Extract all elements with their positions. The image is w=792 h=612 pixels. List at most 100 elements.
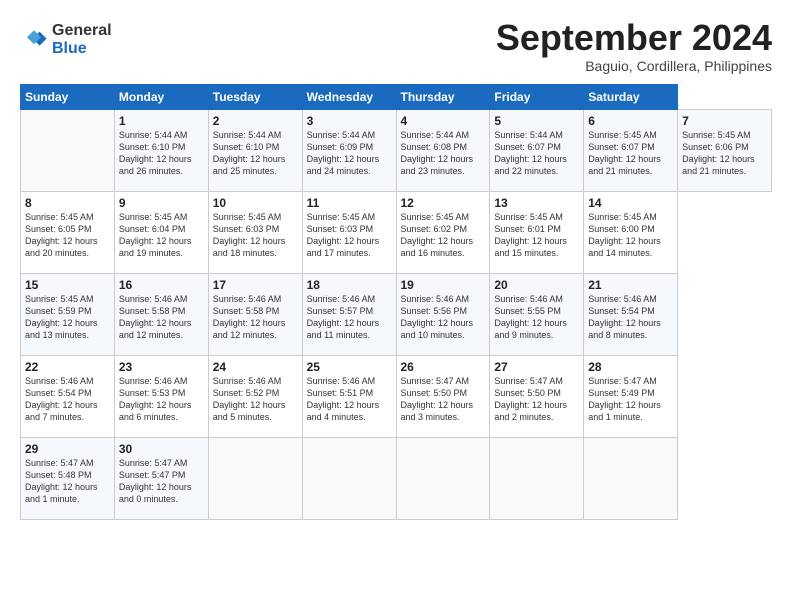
header-thursday: Thursday bbox=[396, 84, 490, 109]
day-number: 20 bbox=[494, 278, 579, 292]
day-number: 17 bbox=[213, 278, 298, 292]
logo-blue: Blue bbox=[52, 40, 112, 58]
calendar-table: Sunday Monday Tuesday Wednesday Thursday… bbox=[20, 84, 772, 520]
calendar-cell: 20 Sunrise: 5:46 AMSunset: 5:55 PMDayligh… bbox=[490, 273, 584, 355]
day-info: Sunrise: 5:45 AMSunset: 6:05 PMDaylight:… bbox=[25, 212, 98, 258]
calendar-cell: 8 Sunrise: 5:45 AMSunset: 6:05 PMDaylight… bbox=[21, 191, 115, 273]
day-info: Sunrise: 5:45 AMSunset: 6:03 PMDaylight:… bbox=[307, 212, 380, 258]
day-info: Sunrise: 5:44 AMSunset: 6:09 PMDaylight:… bbox=[307, 130, 380, 176]
day-info: Sunrise: 5:46 AMSunset: 5:55 PMDaylight:… bbox=[494, 294, 567, 340]
calendar-cell: 21 Sunrise: 5:46 AMSunset: 5:54 PMDayligh… bbox=[584, 273, 678, 355]
calendar-cell: 1Sunrise: 5:44 AMSunset: 6:10 PMDaylight… bbox=[114, 109, 208, 191]
calendar-week-2: 8 Sunrise: 5:45 AMSunset: 6:05 PMDaylight… bbox=[21, 191, 772, 273]
calendar-cell: 9Sunrise: 5:45 AMSunset: 6:04 PMDaylight… bbox=[114, 191, 208, 273]
header-row: Sunday Monday Tuesday Wednesday Thursday… bbox=[21, 84, 772, 109]
day-number: 12 bbox=[401, 196, 486, 210]
day-info: Sunrise: 5:46 AMSunset: 5:56 PMDaylight:… bbox=[401, 294, 474, 340]
header-sunday: Sunday bbox=[21, 84, 115, 109]
day-number: 2 bbox=[213, 114, 298, 128]
calendar-cell bbox=[396, 437, 490, 519]
day-number: 30 bbox=[119, 442, 204, 456]
calendar-cell: 14Sunrise: 5:45 AMSunset: 6:00 PMDayligh… bbox=[584, 191, 678, 273]
calendar-week-1: 1Sunrise: 5:44 AMSunset: 6:10 PMDaylight… bbox=[21, 109, 772, 191]
calendar-cell: 22Sunrise: 5:46 AMSunset: 5:54 PMDayligh… bbox=[21, 355, 115, 437]
calendar-cell: 28Sunrise: 5:47 AMSunset: 5:49 PMDayligh… bbox=[584, 355, 678, 437]
subtitle: Baguio, Cordillera, Philippines bbox=[496, 58, 772, 74]
day-number: 27 bbox=[494, 360, 579, 374]
calendar-cell: 17 Sunrise: 5:46 AMSunset: 5:58 PMDayligh… bbox=[208, 273, 302, 355]
day-info: Sunrise: 5:46 AMSunset: 5:58 PMDaylight:… bbox=[119, 294, 192, 340]
logo-general: General bbox=[52, 22, 112, 40]
day-number: 10 bbox=[213, 196, 298, 210]
day-number: 8 bbox=[25, 196, 110, 210]
day-info: Sunrise: 5:46 AMSunset: 5:52 PMDaylight:… bbox=[213, 376, 286, 422]
calendar-cell bbox=[584, 437, 678, 519]
calendar-cell bbox=[302, 437, 396, 519]
calendar-cell: 26Sunrise: 5:47 AMSunset: 5:50 PMDayligh… bbox=[396, 355, 490, 437]
day-number: 3 bbox=[307, 114, 392, 128]
logo-text: General Blue bbox=[52, 22, 112, 57]
header-tuesday: Tuesday bbox=[208, 84, 302, 109]
day-number: 28 bbox=[588, 360, 673, 374]
day-info: Sunrise: 5:46 AMSunset: 5:54 PMDaylight:… bbox=[588, 294, 661, 340]
day-info: Sunrise: 5:45 AMSunset: 6:04 PMDaylight:… bbox=[119, 212, 192, 258]
calendar-cell: 7Sunrise: 5:45 AMSunset: 6:06 PMDaylight… bbox=[678, 109, 772, 191]
day-number: 16 bbox=[119, 278, 204, 292]
header-friday: Friday bbox=[490, 84, 584, 109]
day-number: 7 bbox=[682, 114, 767, 128]
calendar-cell: 12 Sunrise: 5:45 AMSunset: 6:02 PMDayligh… bbox=[396, 191, 490, 273]
day-info: Sunrise: 5:44 AMSunset: 6:10 PMDaylight:… bbox=[119, 130, 192, 176]
calendar-cell: 30 Sunrise: 5:47 AMSunset: 5:47 PMDayligh… bbox=[114, 437, 208, 519]
day-number: 22 bbox=[25, 360, 110, 374]
header-saturday: Saturday bbox=[584, 84, 678, 109]
calendar-cell: 16 Sunrise: 5:46 AMSunset: 5:58 PMDayligh… bbox=[114, 273, 208, 355]
day-number: 11 bbox=[307, 196, 392, 210]
calendar-cell: 29 Sunrise: 5:47 AMSunset: 5:48 PMDayligh… bbox=[21, 437, 115, 519]
calendar-cell: 10 Sunrise: 5:45 AMSunset: 6:03 PMDayligh… bbox=[208, 191, 302, 273]
header-wednesday: Wednesday bbox=[302, 84, 396, 109]
calendar-cell: 15 Sunrise: 5:45 AMSunset: 5:59 PMDayligh… bbox=[21, 273, 115, 355]
day-number: 29 bbox=[25, 442, 110, 456]
calendar-cell bbox=[21, 109, 115, 191]
day-info: Sunrise: 5:45 AMSunset: 6:01 PMDaylight:… bbox=[494, 212, 567, 258]
day-info: Sunrise: 5:46 AMSunset: 5:53 PMDaylight:… bbox=[119, 376, 192, 422]
day-number: 25 bbox=[307, 360, 392, 374]
day-number: 21 bbox=[588, 278, 673, 292]
day-number: 5 bbox=[494, 114, 579, 128]
day-info: Sunrise: 5:47 AMSunset: 5:47 PMDaylight:… bbox=[119, 458, 192, 504]
day-info: Sunrise: 5:47 AMSunset: 5:48 PMDaylight:… bbox=[25, 458, 98, 504]
month-title: September 2024 bbox=[496, 18, 772, 58]
day-info: Sunrise: 5:44 AMSunset: 6:10 PMDaylight:… bbox=[213, 130, 286, 176]
calendar-cell: 11 Sunrise: 5:45 AMSunset: 6:03 PMDayligh… bbox=[302, 191, 396, 273]
day-info: Sunrise: 5:44 AMSunset: 6:07 PMDaylight:… bbox=[494, 130, 567, 176]
day-info: Sunrise: 5:46 AMSunset: 5:51 PMDaylight:… bbox=[307, 376, 380, 422]
day-number: 24 bbox=[213, 360, 298, 374]
day-info: Sunrise: 5:44 AMSunset: 6:08 PMDaylight:… bbox=[401, 130, 474, 176]
calendar-cell: 5 Sunrise: 5:44 AMSunset: 6:07 PMDaylight… bbox=[490, 109, 584, 191]
day-number: 15 bbox=[25, 278, 110, 292]
calendar-cell: 13 Sunrise: 5:45 AMSunset: 6:01 PMDayligh… bbox=[490, 191, 584, 273]
calendar-cell: 6Sunrise: 5:45 AMSunset: 6:07 PMDaylight… bbox=[584, 109, 678, 191]
logo-icon bbox=[20, 26, 48, 54]
day-number: 23 bbox=[119, 360, 204, 374]
calendar-week-5: 29 Sunrise: 5:47 AMSunset: 5:48 PMDayligh… bbox=[21, 437, 772, 519]
header-monday: Monday bbox=[114, 84, 208, 109]
day-info: Sunrise: 5:45 AMSunset: 6:03 PMDaylight:… bbox=[213, 212, 286, 258]
calendar-cell: 27Sunrise: 5:47 AMSunset: 5:50 PMDayligh… bbox=[490, 355, 584, 437]
day-info: Sunrise: 5:46 AMSunset: 5:58 PMDaylight:… bbox=[213, 294, 286, 340]
day-info: Sunrise: 5:46 AMSunset: 5:57 PMDaylight:… bbox=[307, 294, 380, 340]
day-info: Sunrise: 5:45 AMSunset: 6:07 PMDaylight:… bbox=[588, 130, 661, 176]
calendar-cell bbox=[490, 437, 584, 519]
logo: General Blue bbox=[20, 22, 112, 57]
day-number: 26 bbox=[401, 360, 486, 374]
title-block: September 2024 Baguio, Cordillera, Phili… bbox=[496, 18, 772, 74]
calendar-week-3: 15 Sunrise: 5:45 AMSunset: 5:59 PMDayligh… bbox=[21, 273, 772, 355]
calendar-cell: 24 Sunrise: 5:46 AMSunset: 5:52 PMDayligh… bbox=[208, 355, 302, 437]
calendar-week-4: 22Sunrise: 5:46 AMSunset: 5:54 PMDayligh… bbox=[21, 355, 772, 437]
day-number: 4 bbox=[401, 114, 486, 128]
calendar-cell: 25 Sunrise: 5:46 AMSunset: 5:51 PMDayligh… bbox=[302, 355, 396, 437]
day-info: Sunrise: 5:45 AMSunset: 5:59 PMDaylight:… bbox=[25, 294, 98, 340]
day-info: Sunrise: 5:45 AMSunset: 6:02 PMDaylight:… bbox=[401, 212, 474, 258]
day-number: 14 bbox=[588, 196, 673, 210]
day-number: 13 bbox=[494, 196, 579, 210]
